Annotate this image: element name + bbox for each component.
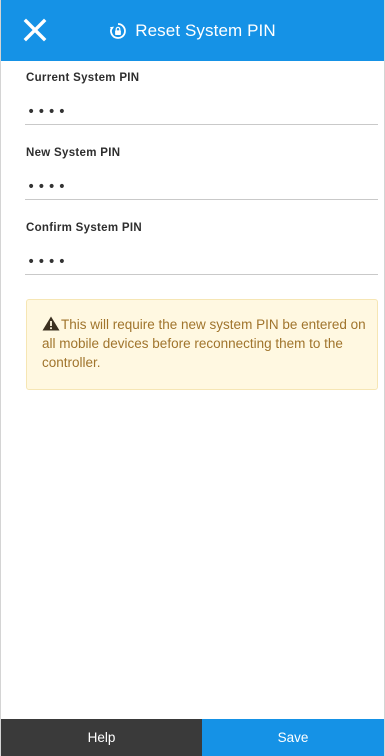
page-title: Reset System PIN [135, 20, 276, 40]
close-icon [23, 18, 47, 42]
new-pin-label: New System PIN [26, 147, 121, 159]
confirm-pin-label: Confirm System PIN [26, 222, 142, 234]
confirm-pin-input[interactable] [25, 249, 378, 275]
header-title-group: Reset System PIN [109, 20, 276, 41]
warning-text: This will require the new system PIN be … [42, 317, 366, 370]
current-pin-field: Current System PIN [25, 61, 378, 136]
warning-icon [42, 316, 60, 331]
lock-reset-icon [110, 22, 127, 39]
bottom-action-bar: Help Save [1, 719, 384, 756]
reset-pin-screen: Reset System PIN Current System PIN New … [0, 0, 385, 756]
current-pin-label: Current System PIN [26, 72, 140, 84]
warning-box: This will require the new system PIN be … [26, 299, 378, 390]
close-button[interactable] [23, 18, 47, 42]
new-pin-field: New System PIN [25, 136, 378, 211]
current-pin-input[interactable] [25, 99, 378, 125]
help-button[interactable]: Help [1, 719, 202, 756]
save-button[interactable]: Save [202, 719, 384, 756]
confirm-pin-field: Confirm System PIN [25, 211, 378, 286]
new-pin-input[interactable] [25, 174, 378, 200]
app-header: Reset System PIN [1, 0, 384, 61]
pin-form: Current System PIN New System PIN Confir… [25, 61, 378, 286]
